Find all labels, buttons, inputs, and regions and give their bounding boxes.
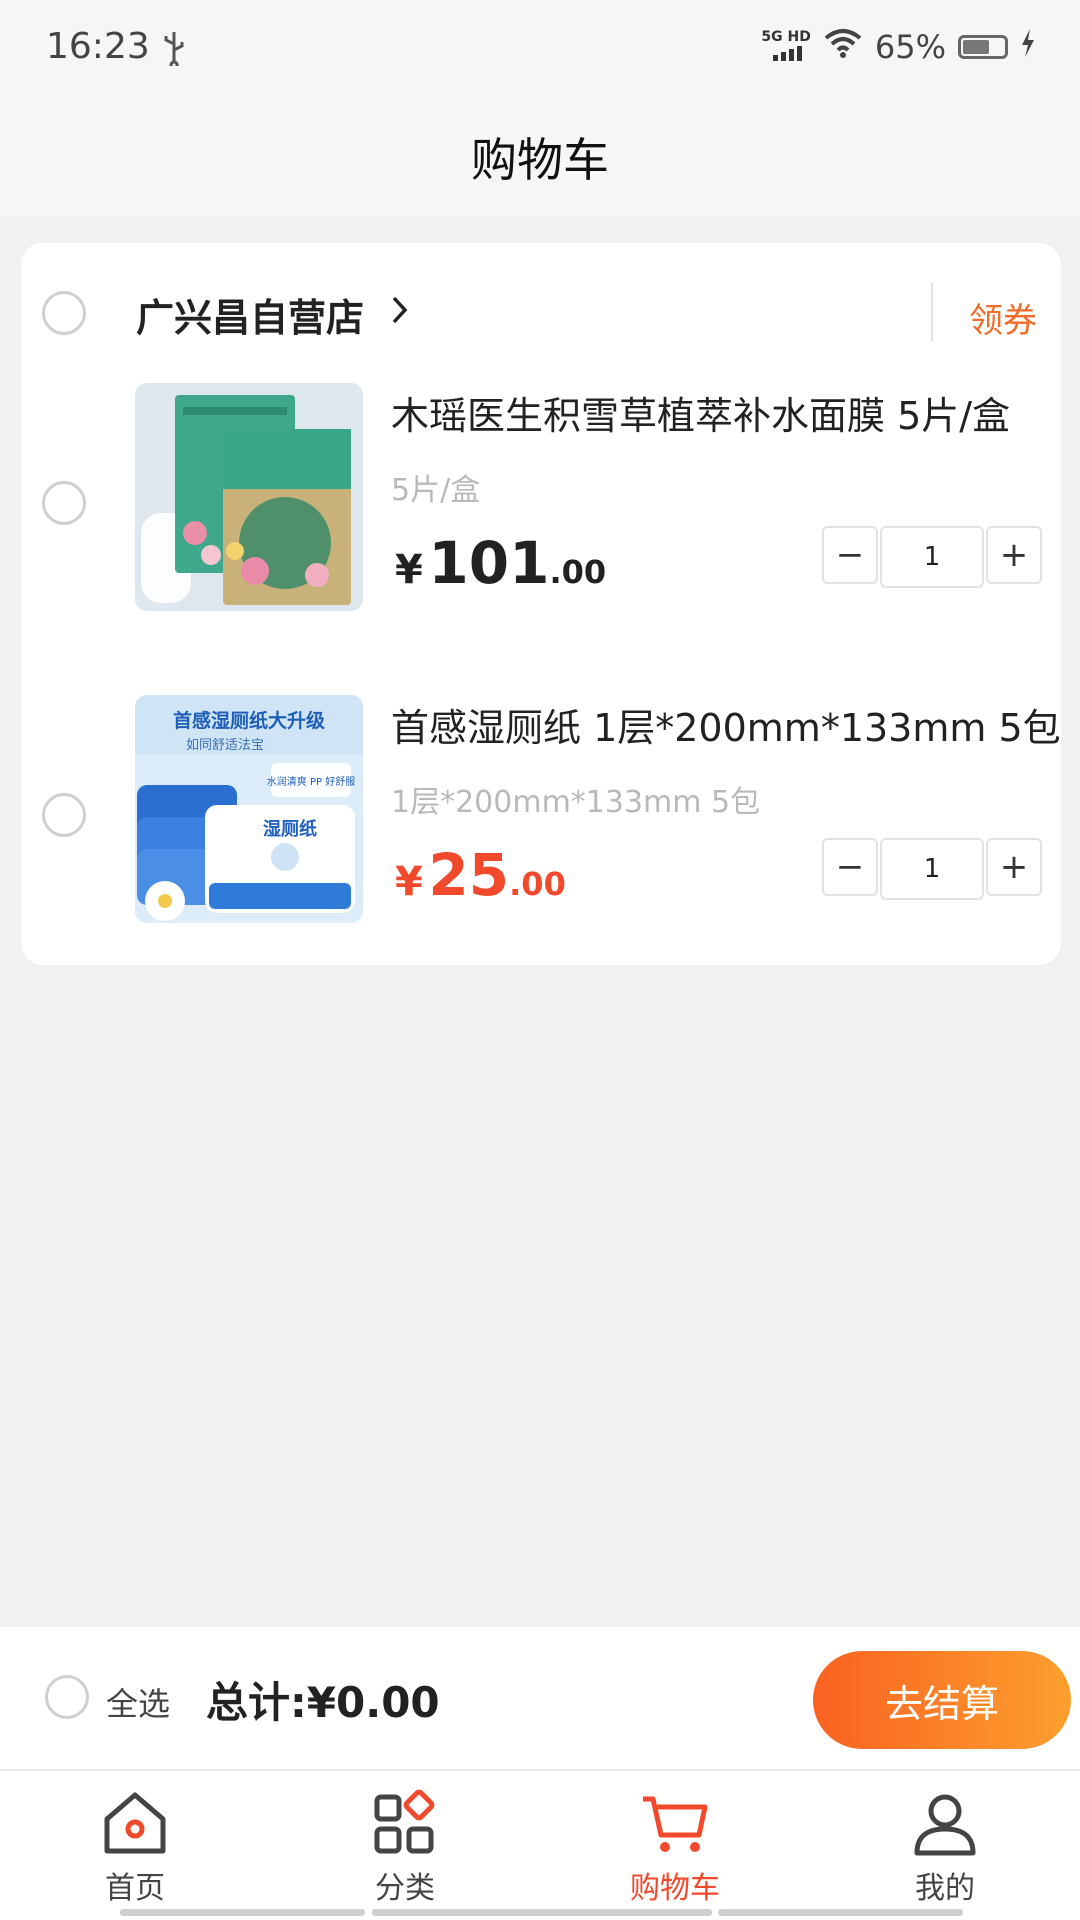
chevron-right-icon[interactable] <box>391 295 409 329</box>
quantity-stepper: − 1 + <box>822 838 1042 900</box>
product-image[interactable] <box>135 383 363 611</box>
product-spec: 5片/盒 <box>391 473 481 508</box>
page-title: 购物车 <box>471 133 609 187</box>
status-time: 16:23 <box>46 26 150 67</box>
battery-percent: 65% <box>874 28 946 66</box>
bottom-tab-bar: 首页 分类 购物车 我的 <box>0 1771 1080 1920</box>
product-name[interactable]: 木瑶医生积雪草植萃补水面膜 5片/盒 <box>391 385 1010 440</box>
divider <box>931 283 933 341</box>
image-subline: 如同舒适法宝 <box>186 737 264 753</box>
product-image[interactable]: 首感湿厕纸大升级 如同舒适法宝 湿厕纸 水润清爽 PP 好舒服 <box>135 695 363 923</box>
charging-icon <box>1020 28 1036 66</box>
home-icon <box>104 1792 166 1854</box>
product-select-radio[interactable] <box>42 481 86 525</box>
gesture-bar <box>718 1909 963 1916</box>
decrease-button[interactable]: − <box>822 526 878 584</box>
battery-icon <box>958 35 1008 59</box>
store-name[interactable]: 广兴昌自营店 <box>136 287 364 342</box>
product-spec: 1层*200mm*133mm 5包 <box>391 785 761 820</box>
gesture-bar <box>372 1909 712 1916</box>
decrease-button[interactable]: − <box>822 838 878 896</box>
tab-profile[interactable]: 我的 <box>845 1771 1045 1920</box>
increase-button[interactable]: + <box>986 526 1042 584</box>
quantity-stepper: − 1 + <box>822 526 1042 588</box>
tab-label: 首页 <box>105 1871 165 1906</box>
user-icon <box>914 1794 976 1856</box>
header: 购物车 <box>0 100 1080 216</box>
price-decimal: .00 <box>509 865 566 903</box>
tab-label: 我的 <box>915 1871 975 1906</box>
tab-home[interactable]: 首页 <box>35 1771 235 1920</box>
quantity-field[interactable]: 1 <box>880 526 984 588</box>
tab-label: 购物车 <box>630 1871 720 1906</box>
checkout-button[interactable]: 去结算 <box>813 1651 1071 1749</box>
image-badge: 水润清爽 PP 好舒服 <box>267 775 355 788</box>
coupon-link[interactable]: 领券 <box>969 293 1037 342</box>
signal-icon: 5G HD <box>761 28 811 65</box>
select-all-label[interactable]: 全选 <box>106 1679 170 1725</box>
quantity-field[interactable]: 1 <box>880 838 984 900</box>
product-name[interactable]: 首感湿厕纸 1层*200mm*133mm 5包 <box>391 697 1061 752</box>
price-integer: 101 <box>428 529 550 597</box>
price-currency: ¥ <box>395 859 423 905</box>
image-headline: 首感湿厕纸大升级 <box>173 709 325 732</box>
status-bar: 16:23 5G HD 65% <box>0 0 1080 100</box>
price-currency: ¥ <box>395 547 423 593</box>
tab-cart[interactable]: 购物车 <box>575 1771 775 1920</box>
wifi-icon <box>823 28 863 66</box>
store-select-radio[interactable] <box>42 291 86 335</box>
product-price: ¥ 25.00 <box>395 841 566 909</box>
category-icon <box>374 1789 435 1854</box>
product-price: ¥ 101.00 <box>395 529 606 597</box>
product-select-radio[interactable] <box>42 793 86 837</box>
tab-label: 分类 <box>375 1871 435 1906</box>
increase-button[interactable]: + <box>986 838 1042 896</box>
cart-icon <box>643 1796 708 1852</box>
image-package-text: 湿厕纸 <box>263 818 317 840</box>
price-decimal: .00 <box>549 553 607 591</box>
total-amount: 总计:¥0.00 <box>206 1678 440 1727</box>
network-type: 5G HD <box>761 28 811 45</box>
tab-category[interactable]: 分类 <box>305 1771 505 1920</box>
select-all-radio[interactable] <box>45 1675 89 1719</box>
store-cart-card: 广兴昌自营店 领券 木瑶医生积雪草植萃补水面膜 5片/盒 5片/盒 ¥ 101.… <box>21 243 1061 965</box>
usb-icon <box>162 30 186 70</box>
price-integer: 25 <box>428 841 510 909</box>
gesture-bar <box>120 1909 365 1916</box>
checkout-bar: 全选 总计:¥0.00 去结算 <box>0 1627 1080 1771</box>
